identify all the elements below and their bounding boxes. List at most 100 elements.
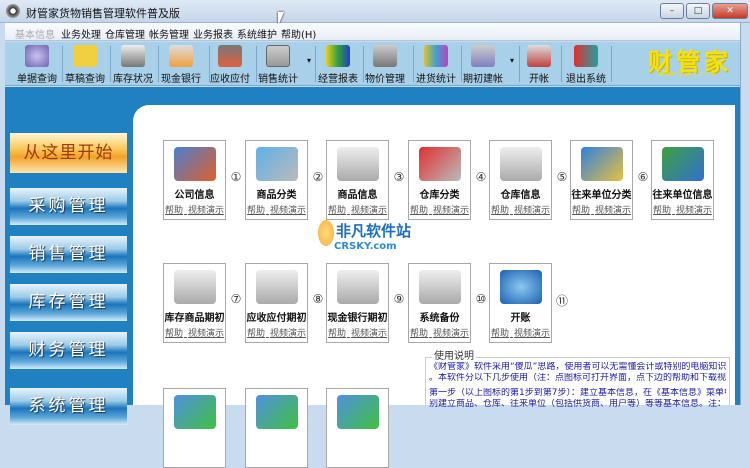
cash-bank-button[interactable]: 现金银行 — [161, 43, 201, 85]
bar-chart-icon — [266, 45, 290, 67]
opening-setup-button[interactable]: 期初建帐 — [463, 43, 503, 85]
menu-system[interactable]: 系统维护 — [237, 26, 277, 41]
download-icon — [255, 395, 298, 429]
tile-label[interactable]: 公司信息 — [158, 186, 231, 201]
help-link[interactable]: 帮助 — [572, 206, 590, 216]
tile-label[interactable]: 系统备份 — [403, 309, 476, 324]
sidebar-sales[interactable]: 销售管理 — [10, 236, 127, 273]
books-icon — [326, 45, 350, 67]
stock-status-button[interactable]: 库存状况 — [113, 43, 153, 85]
open-account-button[interactable]: 开帐 — [523, 43, 555, 85]
menu-bar: 基本信息 业务处理 仓库管理 帐务管理 业务报表 系统维护 帮助(H) — [5, 23, 740, 41]
tile-label[interactable]: 库存商品期初 — [158, 309, 231, 324]
help-link[interactable]: 帮助 — [410, 206, 428, 216]
business-report-button[interactable]: 经营报表 — [318, 43, 358, 85]
tile-label[interactable]: 仓库分类 — [403, 186, 476, 201]
help-link[interactable]: 帮助 — [328, 329, 346, 339]
help-link[interactable]: 帮助 — [491, 206, 509, 216]
step-tile[interactable] — [163, 388, 226, 468]
chart-3d-icon — [424, 45, 448, 67]
step-tile[interactable]: 仓库分类 帮助 视频演示 — [408, 140, 471, 220]
folder-search-icon — [73, 45, 97, 67]
tile-label[interactable]: 仓库信息 — [484, 186, 557, 201]
sidebar-inventory[interactable]: 库存管理 — [10, 284, 127, 321]
step-tile[interactable]: 往来单位信息 帮助 视频演示 — [651, 140, 714, 220]
step-tile[interactable] — [326, 388, 389, 468]
scanner-icon — [121, 45, 145, 67]
step-arrow: ① — [230, 170, 242, 184]
sidebar-system[interactable]: 系统管理 — [10, 388, 127, 425]
menu-accounts[interactable]: 帐务管理 — [149, 26, 189, 41]
video-link[interactable]: 视频演示 — [188, 206, 224, 216]
usage-line: 。本软件分以下几步使用（注：点图标可打开界面，点下边的帮助和下载视频） — [429, 373, 726, 383]
step-tile[interactable] — [245, 388, 308, 468]
file-folder-icon — [255, 270, 298, 304]
help-link[interactable]: 帮助 — [653, 206, 671, 216]
exit-button[interactable]: 退出系统 — [565, 43, 607, 85]
tile-label[interactable]: 商品分类 — [240, 186, 313, 201]
menu-help[interactable]: 帮助(H) — [281, 26, 316, 41]
video-link[interactable]: 视频演示 — [351, 329, 387, 339]
step-tile[interactable]: 仓库信息 帮助 视频演示 — [489, 140, 552, 220]
price-management-button[interactable]: 物价管理 — [365, 43, 405, 85]
doc-query-button[interactable]: 单据查询 — [17, 43, 57, 85]
tile-label[interactable]: 开账 — [484, 309, 557, 324]
step-tile[interactable]: 库存商品期初 帮助 视频演示 — [163, 263, 226, 343]
tile-label[interactable]: 往来单位分类 — [565, 186, 638, 201]
menu-reports[interactable]: 业务报表 — [193, 26, 233, 41]
step-tile[interactable]: 商品信息 帮助 视频演示 — [326, 140, 389, 220]
help-link[interactable]: 帮助 — [410, 329, 428, 339]
video-link[interactable]: 视频演示 — [270, 206, 306, 216]
help-link[interactable]: 帮助 — [247, 206, 265, 216]
video-link[interactable]: 视频演示 — [676, 206, 712, 216]
step-arrow: ④ — [475, 170, 487, 184]
purchase-stats-button[interactable]: 进货统计 — [416, 43, 456, 85]
step-arrow: ⑪ — [555, 294, 568, 308]
step-tile[interactable]: 往来单位分类 帮助 视频演示 — [570, 140, 633, 220]
menu-business[interactable]: 业务处理 — [61, 26, 101, 41]
step-arrow: ⑥ — [637, 170, 649, 184]
sidebar-finance[interactable]: 财务管理 — [10, 332, 127, 369]
magnifier-icon — [25, 45, 49, 67]
tile-label[interactable]: 应收应付期初 — [240, 309, 313, 324]
usage-instructions: 使用说明 《财管家》软件采用“傻瓜”思路，使用者可以无需懂会计或特别的电脑知识 … — [425, 351, 730, 409]
receivable-payable-button[interactable]: 应收应付 — [210, 43, 250, 85]
help-link[interactable]: 帮助 — [165, 329, 183, 339]
video-link[interactable]: 视频演示 — [433, 329, 469, 339]
video-link[interactable]: 视频演示 — [270, 329, 306, 339]
chevron-down-icon[interactable]: ▾ — [307, 56, 311, 65]
tile-label[interactable]: 往来单位信息 — [646, 186, 719, 201]
video-link[interactable]: 视频演示 — [514, 329, 550, 339]
video-link[interactable]: 视频演示 — [188, 329, 224, 339]
brand-url: www.QQKJL.com — [658, 70, 716, 78]
help-link[interactable]: 帮助 — [165, 206, 183, 216]
mailbox-icon — [527, 45, 551, 67]
menu-basic-info[interactable]: 基本信息 — [15, 26, 55, 41]
chevron-down-icon[interactable]: ▾ — [510, 56, 514, 65]
step-tile[interactable]: 应收应付期初 帮助 视频演示 — [245, 263, 308, 343]
maximize-button[interactable]: □ — [686, 3, 710, 19]
help-link[interactable]: 帮助 — [491, 329, 509, 339]
book-folder-icon — [336, 270, 379, 304]
step-tile[interactable]: 开账 帮助 视频演示 — [489, 263, 552, 343]
close-button[interactable]: ✕ — [712, 3, 748, 19]
step-tile[interactable]: 现金银行期初 帮助 视频演示 — [326, 263, 389, 343]
menu-warehouse[interactable]: 仓库管理 — [105, 26, 145, 41]
sidebar-start-here[interactable]: 从这里开始 — [10, 133, 127, 173]
help-link[interactable]: 帮助 — [328, 206, 346, 216]
video-link[interactable]: 视频演示 — [514, 206, 550, 216]
sidebar-purchase[interactable]: 采购管理 — [10, 188, 127, 225]
draft-query-button[interactable]: 草稿查询 — [65, 43, 105, 85]
stack-icon — [373, 45, 397, 67]
step-tile[interactable]: 系统备份 帮助 视频演示 — [408, 263, 471, 343]
video-link[interactable]: 视频演示 — [433, 206, 469, 216]
step-tile[interactable]: 公司信息 帮助 视频演示 — [163, 140, 226, 220]
video-link[interactable]: 视频演示 — [595, 206, 631, 216]
minimize-button[interactable]: – — [660, 3, 684, 19]
step-tile[interactable]: 商品分类 帮助 视频演示 — [245, 140, 308, 220]
tile-label[interactable]: 现金银行期初 — [321, 309, 394, 324]
sales-stats-button[interactable]: 销售统计 — [258, 43, 298, 85]
video-link[interactable]: 视频演示 — [351, 206, 387, 216]
help-link[interactable]: 帮助 — [247, 329, 265, 339]
tile-label[interactable]: 商品信息 — [321, 186, 394, 201]
